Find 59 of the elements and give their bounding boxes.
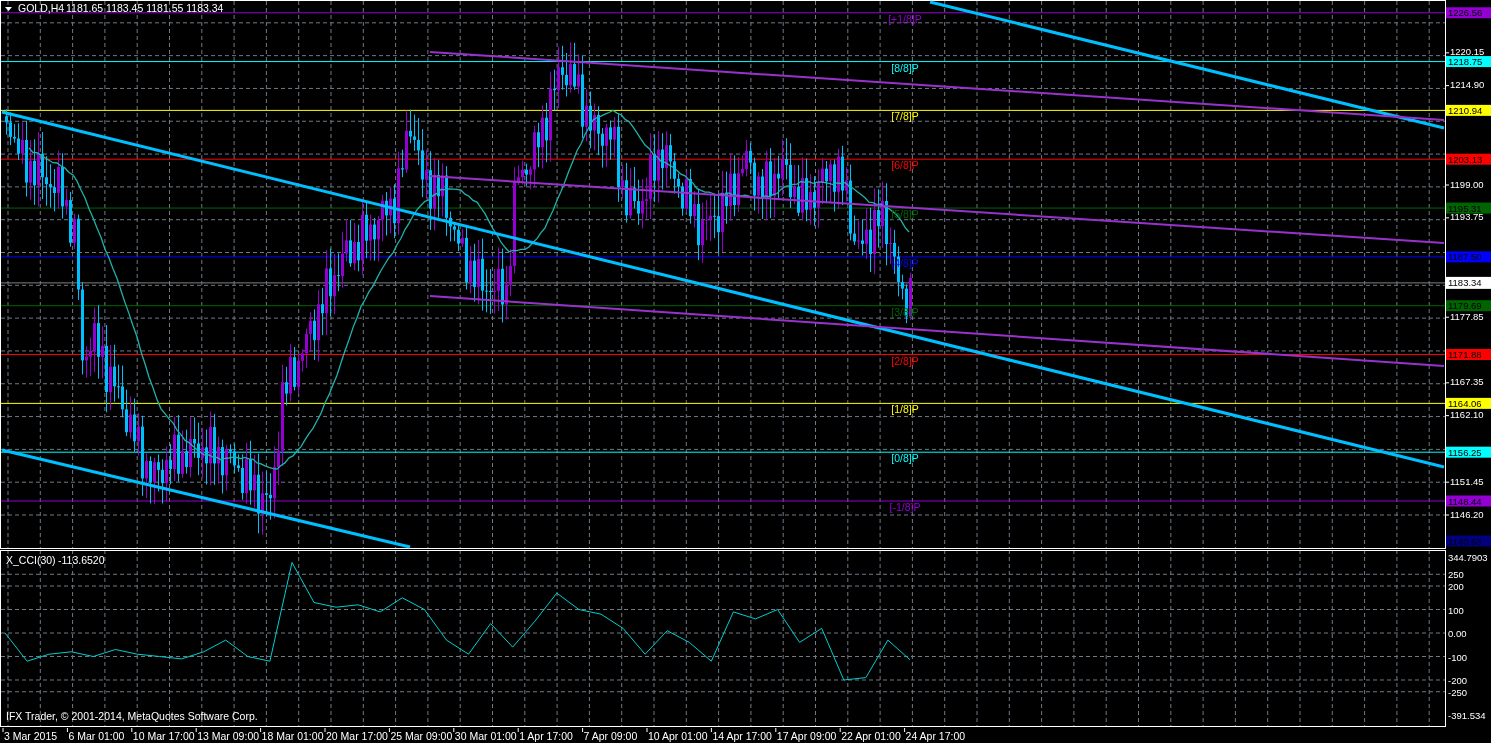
indicator-name: X_CCI(30) <box>6 554 56 566</box>
time-axis-label: 17 Apr 09:00 <box>776 730 837 742</box>
time-axis-label: 24 Apr 17:00 <box>905 730 966 742</box>
price-tick-label: 1177.85 <box>1450 310 1484 322</box>
indicator-tick-label: 100 <box>1448 604 1464 616</box>
price-tag-label: 1179.69 <box>1448 300 1482 312</box>
level-label: [7/8]P <box>891 110 919 123</box>
indicator-tick-label: -391.534 <box>1448 710 1486 721</box>
level-label: [1/8]P <box>891 403 919 416</box>
time-axis-label: 14 Apr 17:00 <box>712 730 772 742</box>
level-label: [6/8]P <box>891 159 919 172</box>
time-axis-label: 13 Mar 09:00 <box>197 730 260 742</box>
time-axis-label: 10 Apr 01:00 <box>648 730 708 742</box>
level-label: [+1/8]P <box>888 12 922 25</box>
indicator-tick-label: -250 <box>1448 686 1467 698</box>
caret-icon[interactable] <box>5 7 12 11</box>
time-axis-label: 1 Apr 17:00 <box>519 730 573 742</box>
price-tick-label: 1151.45 <box>1450 475 1484 487</box>
indicator-tick-label: 0.00 <box>1448 628 1467 639</box>
indicator-tick-label: 344.7903 <box>1448 552 1488 563</box>
price-tick-label: 1146.20 <box>1450 508 1484 520</box>
level-label: [-1/8]P <box>889 501 921 513</box>
level-label: [8/8]P <box>891 61 919 74</box>
price-tick-label: 1199.00 <box>1450 178 1484 190</box>
indicator-tick-label: -200 <box>1448 675 1467 686</box>
price-tag-label: 1148.44 <box>1448 495 1482 507</box>
price-tag-label: 1195.31 <box>1448 202 1482 214</box>
level-label: [2/8]P <box>891 354 919 367</box>
chart-title: GOLD,H4 <box>18 2 65 14</box>
time-axis-label: 10 Mar 17:00 <box>132 730 195 742</box>
price-tag-label: 1171.88 <box>1448 349 1482 360</box>
level-label: [0/8]P <box>891 452 919 465</box>
time-axis-label: 30 Mar 01:00 <box>454 730 517 742</box>
time-axis-label: 22 Apr 01:00 <box>841 730 901 742</box>
price-tick-label: 1220.15 <box>1450 46 1485 58</box>
price-tag-label: 1203.13 <box>1448 153 1483 165</box>
price-quote: 1181.65 1183.45 1181.55 1183.34 <box>66 2 224 14</box>
time-axis-label: 20 Mar 17:00 <box>326 730 388 742</box>
copyright-text: IFX Trader, © 2001-2014, MetaQuotes Software Corp. <box>6 710 258 722</box>
time-axis-label: 3 Mar 2015 <box>4 730 58 742</box>
time-axis-label: 25 Mar 09:00 <box>390 730 453 742</box>
price-tag-label: 1156.25 <box>1448 446 1482 458</box>
price-tag-label: 1187.50 <box>1448 251 1482 263</box>
time-axis-label: 18 Mar 01:00 <box>261 730 324 742</box>
price-tick-label: 1193.75 <box>1450 211 1484 223</box>
indicator-tick-label: 250 <box>1448 569 1464 581</box>
time-axis-label: 6 Mar 01:00 <box>68 730 125 742</box>
price-tag-label: 1218.75 <box>1448 56 1483 68</box>
price-tick-label: 1167.35 <box>1450 376 1484 388</box>
price-tag-label: 1164.06 <box>1448 397 1482 409</box>
price-tag-label: 1210.94 <box>1448 104 1483 116</box>
price-tag-label: 1140.63 <box>1448 535 1482 547</box>
indicator-tick-label: -100 <box>1448 651 1467 663</box>
price-tick-label: 1214.90 <box>1450 79 1485 91</box>
price-tick-label: 1162.10 <box>1450 409 1484 421</box>
time-axis-label: 7 Apr 09:00 <box>583 730 638 742</box>
indicator-value: -113.6520 <box>58 554 105 566</box>
indicator-tick-label: 200 <box>1448 581 1464 592</box>
price-tag-label: 1226.56 <box>1448 7 1483 19</box>
